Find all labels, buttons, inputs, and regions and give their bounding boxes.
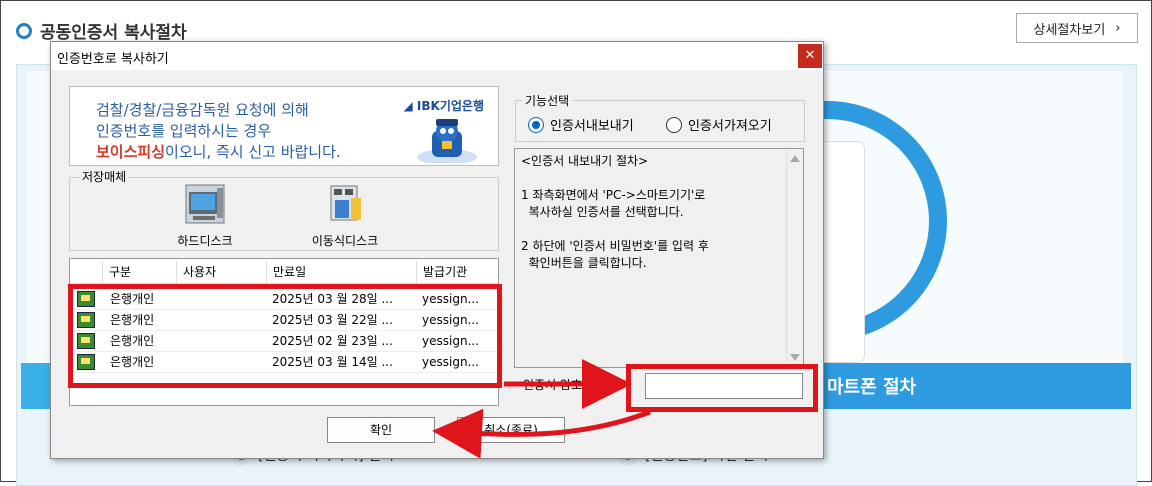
password-label: 인증서 암호 [523, 378, 583, 392]
close-icon: ✕ [804, 48, 816, 63]
removable-disk-label: 이동식디스크 [311, 234, 379, 248]
removable-disk-option[interactable]: 이동식디스크 [300, 184, 390, 249]
instructions-textbox: <인증서 내보내기 절차> 1 좌측화면에서 'PC->스마트기기'로 복사하실… [514, 148, 804, 368]
function-select-group: 기능선택 인증서내보내기 인증서가져오기 [515, 92, 805, 142]
export-radio[interactable] [528, 116, 544, 133]
detail-steps-label: 상세절차보기 [1033, 22, 1106, 38]
mascot-icon [417, 119, 477, 163]
close-button[interactable]: ✕ [798, 44, 822, 68]
banner-line-3-rest: 이오니, 즉시 신고 바랍니다. [165, 143, 341, 161]
table-header: 구분 사용자 만료일 발급기관 [70, 261, 498, 284]
band-title: 마트폰 절차 [827, 377, 917, 398]
instructions-scrollbar[interactable] [786, 149, 803, 367]
column-type[interactable]: 구분 [102, 261, 175, 283]
title-bullet-icon [16, 22, 32, 39]
export-radio-label: 인증서내보내기 [550, 119, 634, 134]
removable-disk-icon [330, 185, 361, 221]
ibk-logo-text: IBK기업은행 [416, 99, 484, 113]
column-issuer[interactable]: 발급기관 [416, 261, 499, 283]
storage-media-group: 저장매체 하드디스크 이동식디스크 [69, 168, 499, 251]
dialog-title: 인증번호로 복사하기 [57, 52, 169, 67]
instructions-text: <인증서 내보내기 절차> 1 좌측화면에서 'PC->스마트기기'로 복사하실… [521, 154, 709, 270]
page-title: 공동인증서 복사절차 [16, 18, 187, 43]
function-select-label: 기능선택 [522, 92, 573, 109]
background-phone-graphic [817, 141, 865, 363]
banner-line-2: 인증번호를 입력하시는 경우 [96, 122, 272, 140]
password-highlight [626, 364, 818, 412]
import-radio-label: 인증서가져오기 [688, 119, 772, 134]
cancel-button[interactable]: 취소(종료) [457, 417, 565, 443]
import-radio[interactable] [666, 116, 682, 133]
import-radio-option[interactable]: 인증서가져오기 [666, 115, 772, 134]
ok-button[interactable]: 확인 [327, 417, 435, 443]
ibk-logo: ◢ IBK기업은행 [403, 99, 484, 113]
scroll-down-icon[interactable] [790, 354, 800, 361]
hard-disk-icon [185, 184, 225, 224]
banner-line-3: 보이스피싱이오니, 즉시 신고 바랍니다. [96, 141, 341, 162]
hard-disk-option[interactable]: 하드디스크 [160, 184, 250, 249]
export-radio-option[interactable]: 인증서내보내기 [528, 115, 634, 134]
dialog-titlebar[interactable]: 인증번호로 복사하기 ✕ [51, 42, 823, 70]
hard-disk-label: 하드디스크 [177, 234, 233, 248]
scroll-up-icon[interactable] [790, 155, 800, 162]
warning-banner: 검찰/경찰/금융감독원 요청에 의해 인증번호를 입력하시는 경우 보이스피싱이… [69, 86, 499, 166]
banner-line-1: 검찰/경찰/금융감독원 요청에 의해 [96, 101, 309, 119]
page-title-text: 공동인증서 복사절차 [40, 23, 187, 43]
chevron-right-icon: › [1115, 20, 1121, 36]
certificate-list-highlight [68, 284, 502, 388]
column-user[interactable]: 사용자 [176, 261, 267, 283]
voice-phishing-warning: 보이스피싱 [96, 143, 166, 161]
detail-steps-button[interactable]: 상세절차보기 › [1016, 13, 1138, 43]
storage-media-label: 저장매체 [80, 168, 129, 185]
column-expiry[interactable]: 만료일 [266, 261, 419, 283]
